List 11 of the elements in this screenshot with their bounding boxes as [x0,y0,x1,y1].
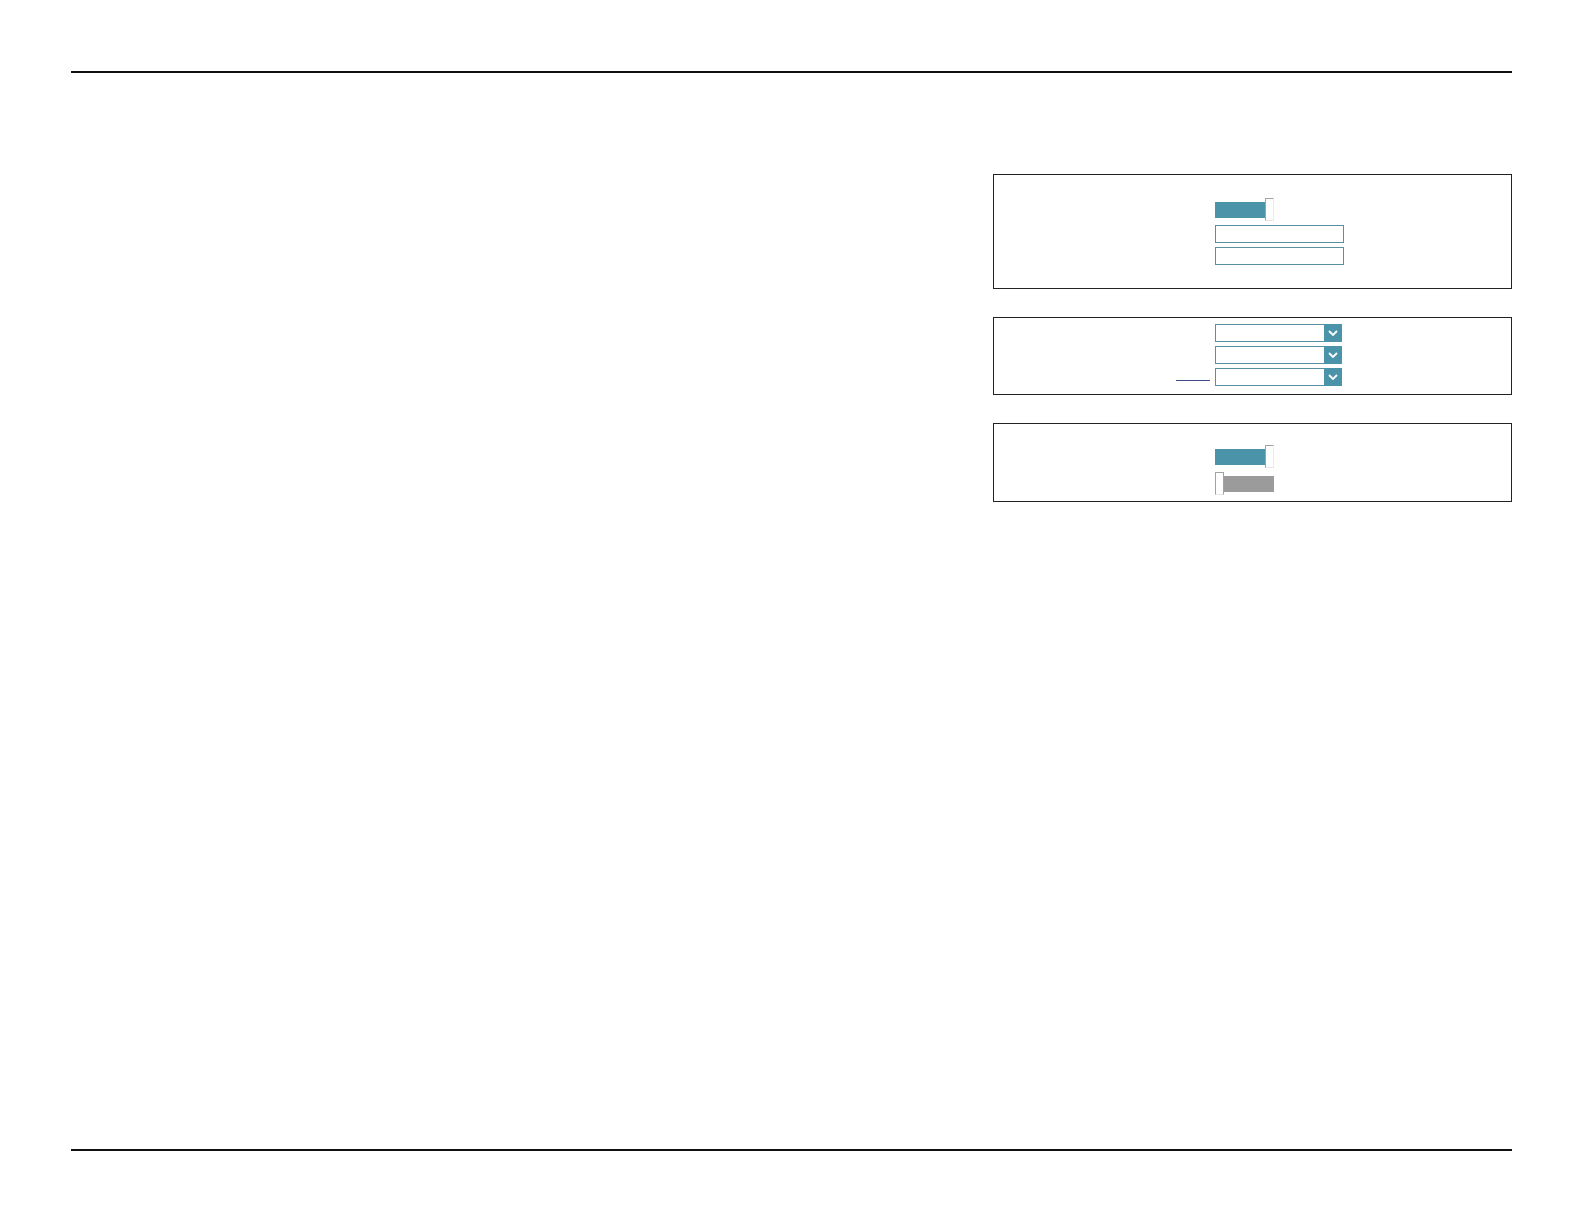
chevron-down-icon [1324,324,1342,342]
toggle-switch[interactable] [1215,198,1274,221]
dropdown-field[interactable] [1215,346,1342,364]
input-field[interactable] [1215,247,1344,265]
chevron-down-icon [1324,346,1342,364]
dropdown-field[interactable] [1215,324,1342,342]
dropdown-field[interactable] [1215,368,1342,386]
toggle-switch[interactable] [1215,472,1274,495]
toggle-switch[interactable] [1215,445,1274,468]
chevron-down-icon [1324,368,1342,386]
input-field[interactable] [1215,225,1344,243]
